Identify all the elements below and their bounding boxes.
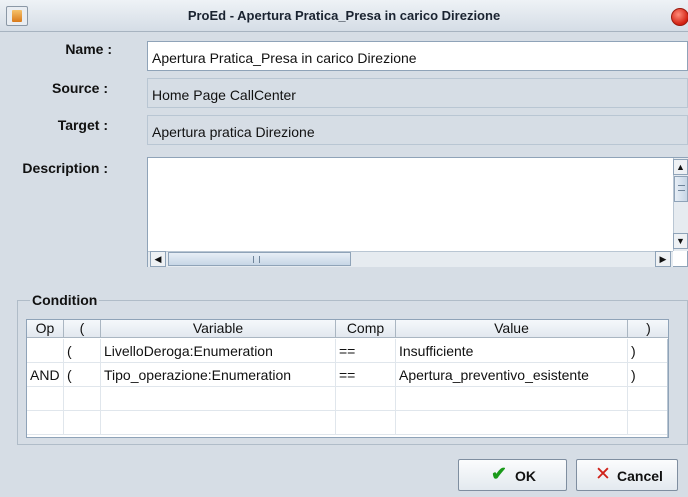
- table-cell-comp[interactable]: ==: [336, 339, 396, 363]
- name-label: Name :: [65, 41, 112, 57]
- column-header-close-paren[interactable]: ): [628, 320, 668, 338]
- table-cell-variable[interactable]: Tipo_operazione:Enumeration: [101, 363, 336, 387]
- column-header-comp[interactable]: Comp: [336, 320, 396, 338]
- description-textarea[interactable]: ▲ ▼ ◀ ▶: [147, 157, 688, 267]
- description-hscroll-thumb[interactable]: [168, 252, 351, 266]
- target-field: Apertura pratica Direzione: [147, 115, 688, 145]
- table-cell-op[interactable]: [27, 339, 64, 363]
- scroll-up-icon[interactable]: ▲: [673, 159, 688, 175]
- description-vscroll-thumb[interactable]: [674, 176, 688, 202]
- table-cell-variable[interactable]: [101, 387, 336, 411]
- name-input[interactable]: Apertura Pratica_Presa in carico Direzio…: [147, 41, 688, 71]
- table-cell-close[interactable]: ): [628, 363, 668, 387]
- checkmark-icon: ✔: [491, 464, 507, 485]
- table-cell-comp[interactable]: [336, 387, 396, 411]
- scroll-right-icon[interactable]: ▶: [655, 251, 671, 267]
- table-scroll-down-icon[interactable]: ▼: [668, 420, 669, 436]
- table-cell-value[interactable]: Apertura_preventivo_esistente: [396, 363, 628, 387]
- table-vscroll-thumb[interactable]: [668, 358, 669, 386]
- table-cell-open[interactable]: [64, 387, 101, 411]
- title-bar: ProEd - Apertura Pratica_Presa in carico…: [0, 0, 688, 32]
- table-cell-op[interactable]: AND: [27, 363, 64, 387]
- column-header-open-paren[interactable]: (: [64, 320, 101, 338]
- scroll-down-icon[interactable]: ▼: [673, 233, 688, 249]
- table-cell-open[interactable]: (: [64, 339, 101, 363]
- window-title: ProEd - Apertura Pratica_Presa in carico…: [187, 8, 501, 23]
- table-cell-variable[interactable]: [101, 411, 336, 435]
- source-field: Home Page CallCenter: [147, 78, 688, 108]
- table-cell-variable[interactable]: LivelloDeroga:Enumeration: [101, 339, 336, 363]
- table-cell-op[interactable]: [27, 411, 64, 435]
- table-cell-op[interactable]: [27, 387, 64, 411]
- table-cell-value[interactable]: Insufficiente: [396, 339, 628, 363]
- cancel-button-label: Cancel: [617, 468, 663, 484]
- table-scroll-up-icon[interactable]: ▲: [668, 340, 669, 356]
- close-window-button[interactable]: [671, 8, 688, 26]
- source-label: Source :: [51, 80, 108, 96]
- ok-button[interactable]: ✔ OK: [458, 459, 567, 491]
- cancel-button[interactable]: ✕ Cancel: [576, 459, 678, 491]
- table-cell-close[interactable]: ): [628, 339, 668, 363]
- table-cell-comp[interactable]: [336, 411, 396, 435]
- table-cell-close[interactable]: [628, 387, 668, 411]
- ok-button-label: OK: [515, 468, 536, 484]
- description-label: Description :: [22, 160, 108, 176]
- condition-group-title: Condition: [30, 292, 100, 308]
- column-header-value[interactable]: Value: [396, 320, 628, 338]
- close-x-icon: ✕: [595, 464, 611, 485]
- table-cell-close[interactable]: [628, 411, 668, 435]
- target-label: Target :: [57, 117, 108, 133]
- scroll-left-icon[interactable]: ◀: [150, 251, 166, 267]
- condition-table[interactable]: Op ( Variable Comp Value ) ( LivelloDero…: [26, 319, 669, 438]
- column-header-variable[interactable]: Variable: [101, 320, 336, 338]
- table-cell-open[interactable]: [64, 411, 101, 435]
- table-cell-comp[interactable]: ==: [336, 363, 396, 387]
- table-cell-open[interactable]: (: [64, 363, 101, 387]
- table-cell-value[interactable]: [396, 411, 628, 435]
- table-cell-value[interactable]: [396, 387, 628, 411]
- column-header-op[interactable]: Op: [27, 320, 64, 338]
